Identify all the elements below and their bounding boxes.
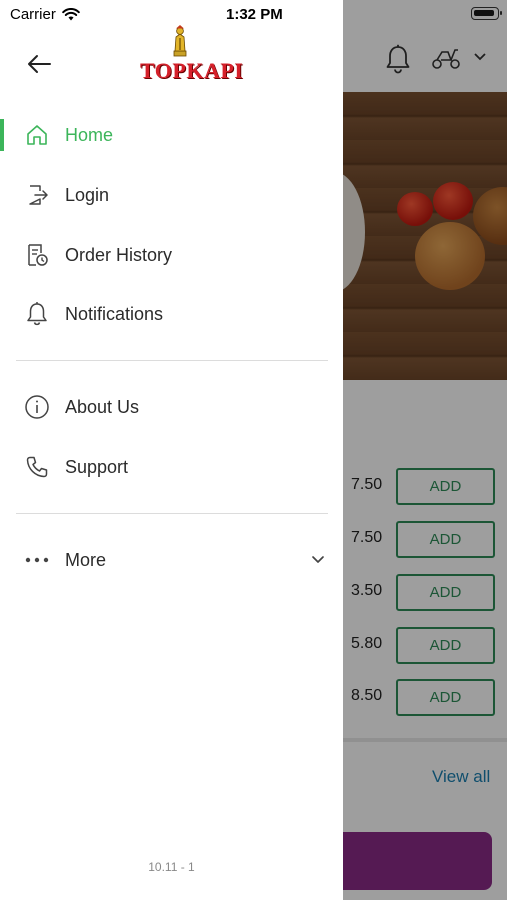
bell-icon xyxy=(24,301,50,327)
navigation-drawer: TOPKAPI Home Login Order History Notific… xyxy=(0,0,343,900)
drawer-overlay[interactable] xyxy=(343,0,507,900)
battery-icon xyxy=(471,7,502,20)
menu-item-about-us[interactable]: About Us xyxy=(0,381,343,433)
home-icon xyxy=(24,122,50,148)
order-history-icon xyxy=(24,242,50,268)
menu-item-more[interactable]: More xyxy=(0,534,343,586)
carrier-text: Carrier xyxy=(10,6,56,23)
status-time: 1:32 PM xyxy=(226,6,283,23)
menu-item-notifications[interactable]: Notifications xyxy=(0,288,343,340)
carrier-label: Carrier xyxy=(10,6,80,23)
info-icon xyxy=(24,394,50,420)
menu-item-support[interactable]: Support xyxy=(0,441,343,493)
logo-text: TOPKAPI xyxy=(140,58,244,83)
menu-divider xyxy=(16,513,328,514)
status-bar: Carrier 1:32 PM xyxy=(0,0,507,30)
back-button[interactable] xyxy=(22,50,56,78)
menu-item-label: Order History xyxy=(65,244,173,265)
login-icon xyxy=(24,182,50,208)
menu-item-label: Support xyxy=(65,456,129,477)
wifi-icon xyxy=(62,8,80,21)
phone-icon xyxy=(24,454,50,480)
menu-item-label: Notifications xyxy=(65,303,164,324)
menu-item-order-history[interactable]: Order History xyxy=(0,229,343,281)
app-version: 10.11 - 1 xyxy=(148,860,195,874)
menu-item-home[interactable]: Home xyxy=(0,109,343,161)
topkapi-logo: TOPKAPI xyxy=(140,24,244,100)
more-dots-icon xyxy=(24,547,50,573)
menu-item-label: Home xyxy=(65,124,114,145)
menu-item-label: About Us xyxy=(65,396,140,417)
menu-divider xyxy=(16,360,328,361)
menu-item-login[interactable]: Login xyxy=(0,169,343,221)
menu-item-label: Login xyxy=(65,184,110,205)
chevron-down-icon[interactable] xyxy=(311,555,325,565)
arrow-left-icon xyxy=(28,55,51,73)
menu-item-label: More xyxy=(65,549,107,570)
